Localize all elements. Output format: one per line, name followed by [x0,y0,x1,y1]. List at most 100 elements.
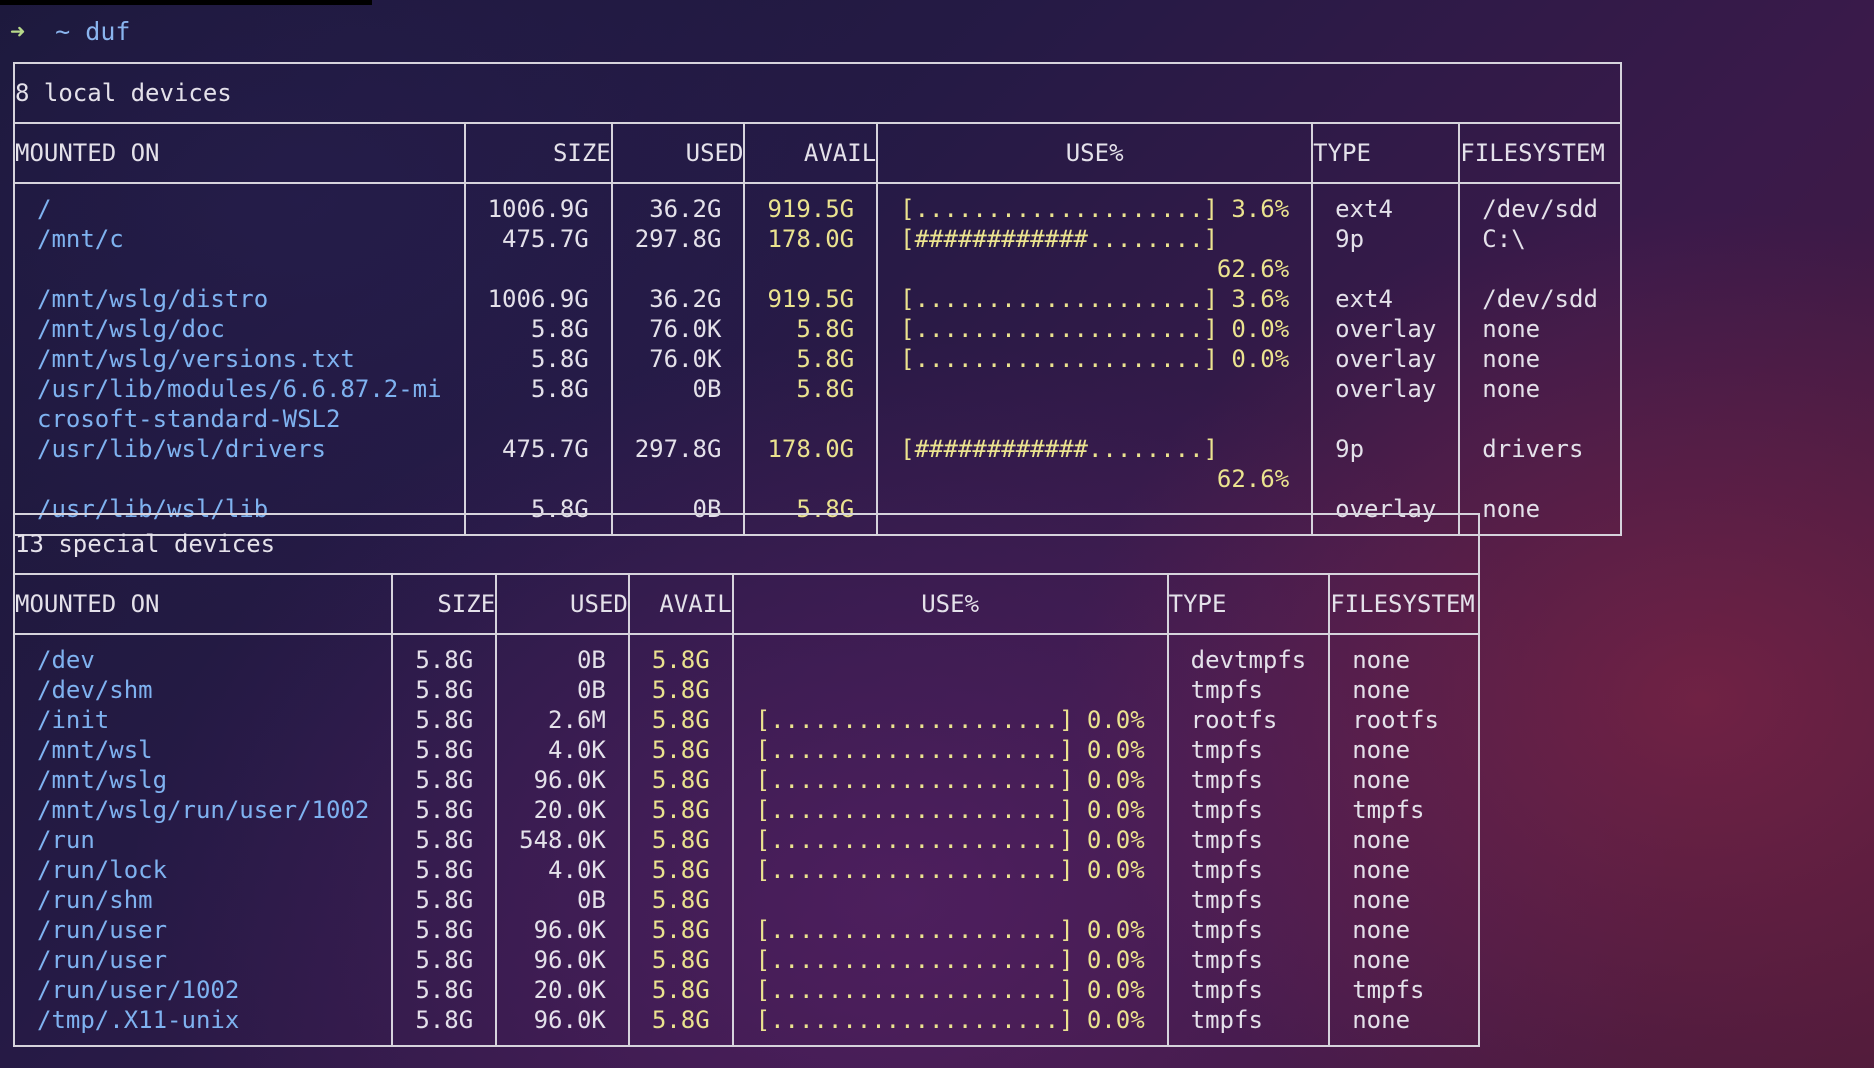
usage-bar: [....................] [755,856,1074,884]
type-value: tmpfs [1166,1005,1331,1035]
use-cell: [....................] 0.0% [731,1005,1169,1035]
prompt-arrow-icon: ➜ [10,17,26,46]
window-top-edge [0,0,372,5]
avail-value: 5.8G [743,374,879,404]
filesystem-value [1458,404,1622,434]
mount-point: /dev [12,645,394,675]
usage-bar: [....................] [900,285,1219,313]
size-value: 5.8G [391,915,498,945]
size-value: 5.8G [391,735,498,765]
table-row: /run/shm 5.8G 0B 5.8G tmpfs none [12,885,1481,915]
type-value: tmpfs [1166,945,1331,975]
col-header-use-pct: USE% [731,574,1169,635]
local-devices-table: 8 local devices MOUNTED ON SIZE USED AVA… [13,62,1622,536]
mount-point: /mnt/c [13,224,466,284]
col-header-used: USED [610,123,746,184]
usage-percent: 0.0% [1086,1006,1145,1034]
usage-percent: 0.0% [1086,916,1145,944]
use-cell: [....................] 0.0% [731,765,1169,795]
avail-value: 5.8G [627,765,734,795]
special-devices-table: 13 special devices MOUNTED ON SIZE USED … [12,513,1481,1047]
used-value: 20.0K [495,795,630,825]
filesystem-value: /dev/sdd [1458,194,1622,224]
usage-bar: [....................] [755,796,1074,824]
type-value: devtmpfs [1166,645,1331,675]
size-value: 5.8G [391,825,498,855]
used-value: 0B [495,645,630,675]
usage-percent: 0.0% [1086,796,1145,824]
usage-bar: [############........] [900,435,1219,463]
size-value: 5.8G [391,765,498,795]
filesystem-value: tmpfs [1328,975,1481,1005]
mount-point: /dev/shm [12,675,394,705]
mount-point: /mnt/wsl [12,735,394,765]
usage-bar: [....................] [900,345,1219,373]
usage-percent: 62.6% [1216,465,1290,493]
usage-bar: [....................] [755,946,1074,974]
type-value: tmpfs [1166,885,1331,915]
table-row: /mnt/wsl 5.8G 4.0K 5.8G [...................… [12,735,1481,765]
table-row: /mnt/wslg/doc 5.8G 76.0K 5.8G [.............… [13,314,1622,344]
use-cell [731,645,1169,675]
size-value: 5.8G [391,1005,498,1035]
mount-point: crosoft-standard-WSL2 [13,404,466,434]
use-cell: [....................] 0.0% [876,314,1314,344]
used-value: 96.0K [495,1005,630,1035]
filesystem-value: none [1328,675,1481,705]
mount-point: /run/user [12,915,394,945]
usage-percent: 0.0% [1086,706,1145,734]
use-cell: [....................] 0.0% [731,855,1169,885]
table-row: /dev/shm 5.8G 0B 5.8G tmpfs none [12,675,1481,705]
size-value: 5.8G [391,885,498,915]
used-value [610,404,746,434]
usage-percent: 62.6% [1216,255,1290,283]
type-value: tmpfs [1166,855,1331,885]
used-value: 76.0K [610,344,746,374]
usage-percent: 0.0% [1086,976,1145,1004]
usage-percent: 0.0% [1086,856,1145,884]
avail-value: 178.0G [743,224,879,284]
use-cell: [....................] 3.6% [876,194,1314,224]
table-row: /mnt/wslg/versions.txt 5.8G 76.0K 5.8G [....… [13,344,1622,374]
size-value: 5.8G [391,855,498,885]
usage-percent: 0.0% [1086,826,1145,854]
type-value: tmpfs [1166,735,1331,765]
used-value: 36.2G [610,284,746,314]
size-value: 475.7G [463,224,613,284]
table-row: /dev 5.8G 0B 5.8G devtmpfs none [12,645,1481,675]
filesystem-value: none [1458,494,1622,524]
mount-point: /mnt/wslg/doc [13,314,466,344]
used-value: 297.8G [610,224,746,284]
filesystem-value: none [1458,374,1622,404]
use-cell: [....................] 0.0% [731,975,1169,1005]
use-cell [876,404,1314,434]
size-value: 5.8G [463,314,613,344]
mount-point: /run [12,825,394,855]
avail-value: 178.0G [743,434,879,494]
avail-value: 919.5G [743,284,879,314]
used-value: 4.0K [495,855,630,885]
avail-value: 5.8G [627,645,734,675]
use-cell: [....................] 0.0% [731,945,1169,975]
filesystem-value: none [1328,1005,1481,1035]
used-value: 36.2G [610,194,746,224]
filesystem-value: none [1328,945,1481,975]
usage-bar: [############........] [900,225,1219,253]
col-header-size: SIZE [463,123,613,184]
table-row: /run/user 5.8G 96.0K 5.8G [.................… [12,945,1481,975]
filesystem-value: none [1458,344,1622,374]
avail-value: 5.8G [627,795,734,825]
table-row: /run/lock 5.8G 4.0K 5.8G [..................… [12,855,1481,885]
col-header-filesystem: FILESYSTEM [1458,123,1622,184]
type-value: tmpfs [1166,825,1331,855]
use-cell [876,374,1314,404]
use-cell: [....................] 0.0% [731,705,1169,735]
usage-percent: 0.0% [1086,736,1145,764]
filesystem-value: C:\ [1458,224,1622,284]
usage-bar: [....................] [755,766,1074,794]
used-value: 2.6M [495,705,630,735]
table-row: /1006.9G 36.2G 919.5G [....................… [13,194,1622,224]
usage-bar: [....................] [755,916,1074,944]
usage-percent: 0.0% [1231,345,1290,373]
usage-bar: [....................] [900,315,1219,343]
